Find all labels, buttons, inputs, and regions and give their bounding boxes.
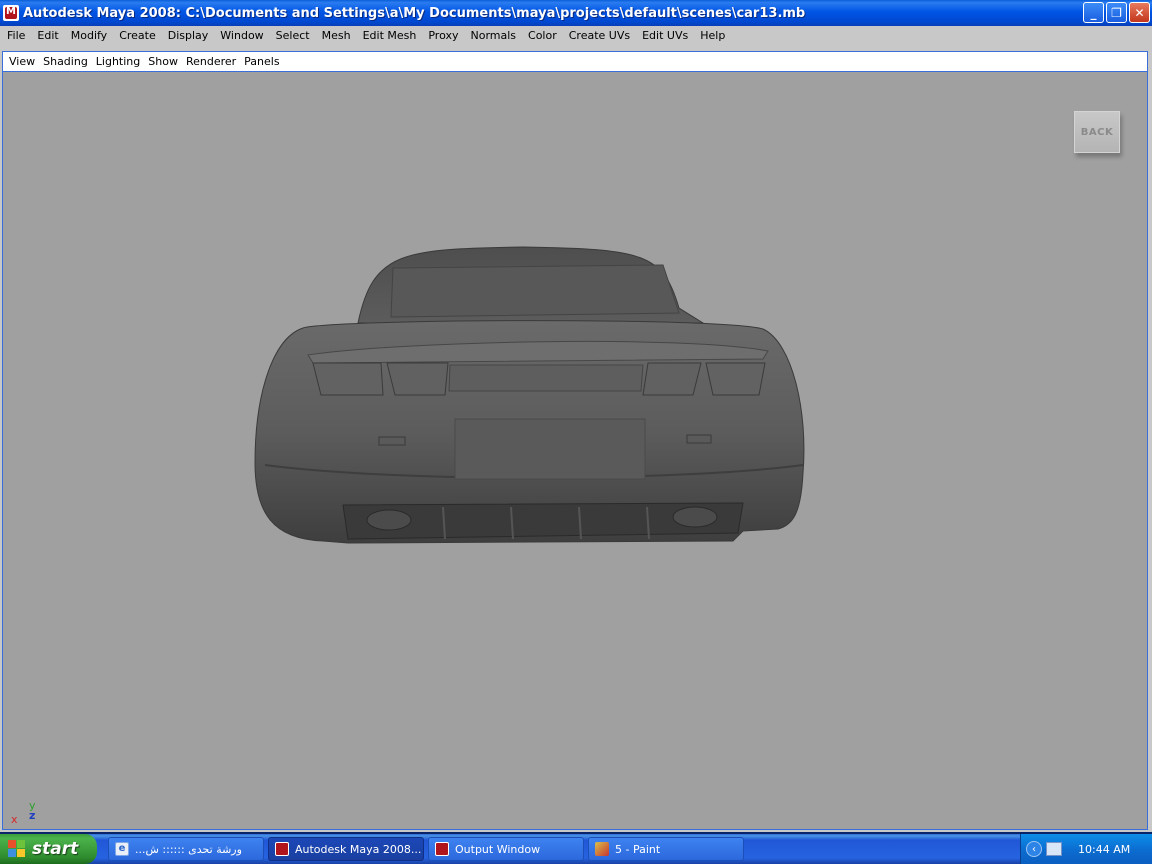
task-label: Autodesk Maya 2008... [295,842,422,856]
right-reflector [686,434,712,444]
taskbar: start e ورشة تحدى :::::: ش... Autodesk M… [0,834,1152,864]
start-label: start [32,839,79,859]
title-bar[interactable]: Autodesk Maya 2008: C:\Documents and Set… [0,0,1152,26]
menu-select[interactable]: Select [270,29,316,42]
task-label: 5 - Paint [615,842,661,856]
menu-display[interactable]: Display [162,29,215,42]
menu-edit[interactable]: Edit [31,29,64,42]
minimize-icon: _ [1090,5,1097,20]
center-tail-light-right [642,362,702,396]
network-icon[interactable] [1046,842,1062,856]
close-button[interactable]: ✕ [1129,2,1150,23]
trunk-center-panel [448,364,644,392]
start-button[interactable]: start [0,834,97,864]
system-tray: ‹ 10:44 AM [1020,834,1152,864]
maya-icon [275,842,289,856]
rear-window [390,264,680,318]
task-output-window[interactable]: Output Window [428,837,584,861]
restore-icon: ❐ [1111,5,1122,20]
minimize-button[interactable]: _ [1083,2,1104,23]
axis-x-label: x [11,813,18,826]
menu-proxy[interactable]: Proxy [422,29,464,42]
maya-app-icon[interactable] [3,5,19,21]
chevron-left-icon: ‹ [1032,843,1036,855]
close-icon: ✕ [1134,5,1145,20]
viewport-panel: View Shading Lighting Show Renderer Pane… [2,51,1148,830]
maya-icon [435,842,449,856]
restore-button[interactable]: ❐ [1106,2,1127,23]
panel-menu-show[interactable]: Show [144,55,182,68]
menu-color[interactable]: Color [522,29,563,42]
axis-indicator: y z x [11,799,41,829]
task-maya[interactable]: Autodesk Maya 2008... [268,837,424,861]
view-cube-back-face[interactable]: BACK [1074,111,1120,153]
car-model[interactable] [3,73,1147,829]
left-tail-light [312,362,384,396]
center-tail-light-left [386,362,449,396]
menu-create[interactable]: Create [113,29,162,42]
menu-create-uvs[interactable]: Create UVs [563,29,636,42]
right-exhaust [672,506,718,528]
task-label: ورشة تحدى :::::: ش... [135,842,242,856]
menu-edit-uvs[interactable]: Edit UVs [636,29,694,42]
panel-menu-view[interactable]: View [5,55,39,68]
3d-viewport[interactable]: BACK y z x [3,73,1147,829]
left-exhaust [366,509,412,531]
menu-mesh[interactable]: Mesh [316,29,357,42]
task-paint[interactable]: 5 - Paint [588,837,744,861]
panel-menu-shading[interactable]: Shading [39,55,92,68]
menu-normals[interactable]: Normals [464,29,522,42]
axis-z-label: z [29,809,36,822]
window-title: Autodesk Maya 2008: C:\Documents and Set… [23,5,806,21]
clock[interactable]: 10:44 AM [1078,843,1130,856]
task-browser[interactable]: e ورشة تحدى :::::: ش... [108,837,264,861]
menu-help[interactable]: Help [694,29,731,42]
windows-flag-icon [8,840,26,858]
menu-modify[interactable]: Modify [65,29,113,42]
view-cube[interactable]: BACK [1066,103,1124,161]
right-tail-light [705,362,766,396]
workspace-frame: View Shading Lighting Show Renderer Pane… [0,45,1152,832]
menu-file[interactable]: File [1,29,31,42]
menu-window[interactable]: Window [214,29,269,42]
task-label: Output Window [455,842,541,856]
license-plate-recess [454,418,646,480]
internet-explorer-icon: e [115,842,129,856]
panel-menu-panels[interactable]: Panels [240,55,283,68]
left-reflector [378,436,406,446]
panel-menu-bar: View Shading Lighting Show Renderer Pane… [3,52,1147,72]
tray-chevron-icon[interactable]: ‹ [1026,841,1042,857]
paint-icon [595,842,609,856]
main-menu-bar: File Edit Modify Create Display Window S… [0,26,1152,45]
panel-menu-lighting[interactable]: Lighting [92,55,144,68]
panel-menu-renderer[interactable]: Renderer [182,55,240,68]
menu-edit-mesh[interactable]: Edit Mesh [357,29,423,42]
